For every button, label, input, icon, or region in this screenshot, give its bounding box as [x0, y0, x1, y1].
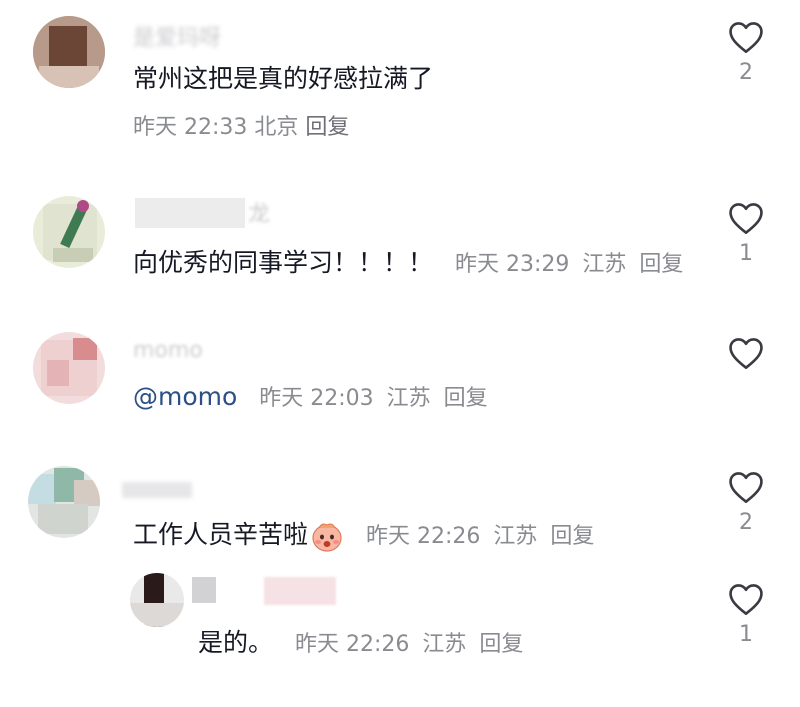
heart-outline-icon [729, 472, 763, 503]
blushing-face-emoji [312, 523, 342, 552]
avatar[interactable] [33, 332, 105, 404]
avatar[interactable] [33, 16, 105, 88]
comment-location: 江苏 [493, 524, 538, 549]
username-mask [122, 482, 192, 498]
mention-link[interactable]: @momo [133, 382, 237, 411]
comment-meta: 昨天 22:26 江苏 回复 [366, 524, 600, 549]
comment-time: 昨天 22:03 [259, 386, 374, 411]
heart-outline-icon [729, 22, 763, 53]
comment-text: @momo 昨天 22:03 江苏 回复 [133, 384, 494, 410]
avatar[interactable] [33, 196, 105, 268]
like-count: 1 [739, 622, 753, 647]
heart-outline-icon [729, 338, 763, 369]
comment-location: 江苏 [386, 386, 431, 411]
heart-outline-icon [729, 584, 763, 615]
comment-time: 昨天 22:33 [133, 115, 248, 140]
like-count: 2 [739, 510, 753, 535]
reply-avatar[interactable] [130, 573, 184, 627]
reply-button[interactable]: 回复 [305, 115, 349, 140]
comment-time: 昨天 23:29 [454, 252, 570, 277]
reply-meta: 昨天 22:26 江苏 回复 [295, 632, 529, 657]
like-count: 1 [739, 241, 753, 266]
comment-text: 工作人员辛苦啦 昨天 22:26 江苏 回复 [133, 519, 600, 553]
comment-meta: 昨天 22:03 江苏 回复 [259, 386, 493, 411]
comment-time: 昨天 22:26 [365, 524, 481, 549]
comment-meta: 昨天 23:29 江苏 回复 [455, 252, 689, 277]
heart-outline-icon [729, 203, 763, 234]
comment-location: 北京 [254, 115, 299, 140]
like-button[interactable]: 1 [724, 201, 768, 265]
username-mask [135, 198, 245, 228]
reply-text: 是的。 昨天 22:26 江苏 回复 [198, 630, 529, 656]
reply-button[interactable]: 回复 [639, 252, 683, 277]
username[interactable]: 龙 [248, 204, 270, 226]
username-mask [192, 577, 216, 603]
username[interactable]: 是爱玛呀 [133, 28, 221, 50]
reply-button[interactable]: 回复 [550, 524, 594, 549]
like-count: 2 [739, 60, 753, 85]
comment-text: 常州这把是真的好感拉满了 [133, 64, 434, 93]
comment-location: 江苏 [582, 252, 627, 277]
reply-location: 江苏 [422, 632, 467, 657]
reply-body: 是的。 [198, 628, 274, 657]
like-button[interactable] [724, 336, 768, 378]
username-mask [264, 577, 336, 605]
comment-text: 向优秀的同事学习！！！！ 昨天 23:29 江苏 回复 [133, 250, 689, 276]
username[interactable]: momo [133, 340, 203, 362]
reply-time: 昨天 22:26 [294, 632, 410, 657]
reply-button[interactable]: 回复 [479, 632, 523, 657]
reply-button[interactable]: 回复 [444, 386, 488, 411]
avatar[interactable] [28, 466, 100, 538]
comment-body: 工作人员辛苦啦 [133, 520, 309, 549]
like-button[interactable]: 1 [724, 582, 768, 646]
like-button[interactable]: 2 [724, 470, 768, 534]
comment-meta: 昨天 22:33 北京 回复 [133, 117, 349, 139]
like-button[interactable]: 2 [724, 20, 768, 84]
comment-body: 向优秀的同事学习！！！！ [133, 248, 434, 277]
